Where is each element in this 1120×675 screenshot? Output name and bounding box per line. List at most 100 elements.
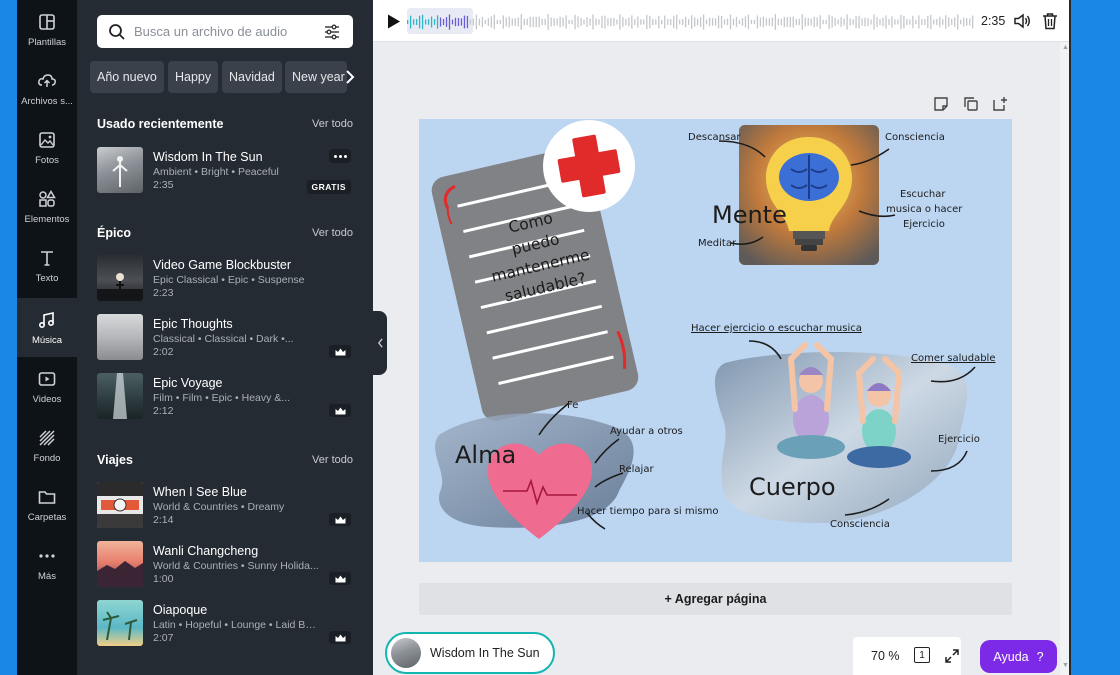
zoom-level[interactable]: 70 %	[871, 649, 900, 663]
scroll-down-arrow-icon[interactable]: ▼	[1062, 662, 1069, 669]
chip-new-year[interactable]: New year	[285, 61, 347, 93]
page-notes-icon[interactable]	[933, 96, 949, 112]
track-item[interactable]: Wanli Changcheng World & Countries • Sun…	[97, 541, 353, 589]
waveform-bar	[535, 16, 537, 28]
waveform-bar	[529, 16, 531, 28]
rail-label: Carpetas	[27, 511, 67, 523]
add-page-button[interactable]: + Agregar página	[419, 583, 1012, 615]
waveform-bar	[517, 17, 519, 27]
now-playing-pill[interactable]: Wisdom In The Sun	[385, 632, 555, 674]
rail-item-mas[interactable]: Más	[17, 534, 77, 593]
waveform-bar	[676, 14, 678, 30]
play-icon[interactable]	[387, 14, 401, 29]
waveform-bar	[744, 16, 747, 28]
waveform-bar	[948, 17, 950, 27]
filter-icon[interactable]	[323, 23, 341, 41]
waveform-bar	[430, 16, 433, 28]
rail-item-elementos[interactable]: Elementos	[17, 177, 77, 236]
window-frame-left	[0, 0, 17, 675]
scroll-up-arrow-icon[interactable]: ▲	[1062, 44, 1069, 51]
add-page-icon[interactable]	[992, 96, 1008, 112]
waveform-bar	[565, 15, 567, 29]
see-all-link[interactable]: Ver todo	[312, 118, 353, 130]
rail-item-fotos[interactable]: Fotos	[17, 118, 77, 177]
waveform-bar	[720, 15, 723, 29]
help-button[interactable]: Ayuda ?	[980, 640, 1057, 673]
waveform-bar	[828, 14, 830, 30]
waveform-bar	[559, 16, 561, 28]
track-item[interactable]: Epic Voyage Film • Film • Epic • Heavy &…	[97, 373, 353, 421]
waveform-bar	[643, 19, 645, 25]
waveform-bar	[795, 18, 797, 26]
waveform-bar	[933, 19, 935, 25]
waveform-bar	[625, 18, 627, 26]
fullscreen-icon[interactable]	[944, 648, 960, 664]
track-thumbnail	[97, 314, 143, 360]
design-canvas[interactable]: Como puedo mantenerme saludable? Mente D…	[419, 119, 1012, 562]
duplicate-page-icon[interactable]	[963, 96, 979, 112]
waveform-bar	[685, 16, 687, 28]
section-title: Viajes	[97, 453, 133, 467]
vertical-scrollbar[interactable]	[1060, 42, 1069, 675]
rail-item-plantillas[interactable]: Plantillas	[17, 0, 77, 59]
waveform-bar	[574, 14, 576, 30]
waveform-bar	[756, 15, 759, 29]
chevron-right-icon[interactable]	[345, 69, 355, 85]
collapse-panel-handle[interactable]	[373, 311, 387, 375]
waveform-bar	[954, 17, 956, 27]
track-item[interactable]: When I See Blue World & Countries • Drea…	[97, 482, 353, 530]
waveform-bar	[957, 14, 959, 30]
chip-navidad[interactable]: Navidad	[222, 61, 282, 93]
waveform-bar	[711, 18, 714, 26]
chip-ano-nuevo[interactable]: Año nuevo	[90, 61, 164, 93]
waveform-bar	[909, 19, 911, 25]
rail-item-videos[interactable]: Videos	[17, 357, 77, 416]
track-item[interactable]: Oiapoque Latin • Hopeful • Lounge • Laid…	[97, 600, 353, 648]
waveform-bar	[448, 14, 451, 30]
track-title: Wanli Changcheng	[153, 544, 259, 558]
waveform-bar	[747, 14, 750, 30]
waveform-bar	[801, 14, 803, 30]
waveform-bar	[418, 15, 421, 29]
waveform-bar	[699, 17, 702, 27]
track-item[interactable]: Epic Thoughts Classical • Classical • Da…	[97, 314, 353, 362]
search-bar[interactable]	[97, 15, 353, 48]
waveform-bar	[610, 17, 612, 27]
rail-label: Elementos	[24, 213, 70, 225]
volume-icon[interactable]	[1013, 12, 1031, 30]
track-title: Wisdom In The Sun	[153, 150, 263, 164]
rail-item-fondo[interactable]: Fondo	[17, 416, 77, 475]
track-item[interactable]: Video Game Blockbuster Epic Classical • …	[97, 255, 353, 303]
waveform-bar	[693, 17, 696, 27]
audio-duration: 2:35	[981, 14, 1006, 28]
search-icon	[108, 23, 126, 41]
music-panel: Año nuevo Happy Navidad New year Usado r…	[77, 0, 373, 675]
audio-waveform[interactable]	[407, 12, 975, 32]
rail-item-carpetas[interactable]: Carpetas	[17, 475, 77, 534]
waveform-bar	[915, 19, 917, 25]
page-count: 1	[919, 649, 925, 661]
see-all-link[interactable]: Ver todo	[312, 454, 353, 466]
waveform-bar	[496, 19, 498, 25]
more-options-button[interactable]	[329, 149, 351, 163]
rail-item-musica[interactable]: Música	[17, 298, 77, 357]
waveform-bar	[556, 18, 558, 26]
now-playing-title: Wisdom In The Sun	[430, 646, 540, 660]
rail-item-texto[interactable]: Texto	[17, 236, 77, 295]
see-all-link[interactable]: Ver todo	[312, 227, 353, 239]
rail-label: Videos	[32, 393, 62, 405]
waveform-bar	[906, 18, 908, 26]
icon-rail: Plantillas Archivos s... Fotos Elementos…	[17, 0, 77, 675]
track-item[interactable]: Wisdom In The Sun Ambient • Bright • Pea…	[97, 147, 353, 195]
track-title: Epic Thoughts	[153, 317, 233, 331]
rail-item-archivos[interactable]: Archivos s...	[17, 59, 77, 118]
chevron-left-icon	[377, 338, 383, 348]
search-input[interactable]	[134, 24, 319, 39]
track-title: Oiapoque	[153, 603, 208, 617]
waveform-bar	[837, 19, 839, 25]
waveform-bar	[553, 18, 555, 26]
page-count-icon[interactable]: 1	[914, 647, 930, 663]
chip-happy[interactable]: Happy	[168, 61, 219, 93]
waveform-bar	[580, 17, 582, 27]
trash-icon[interactable]	[1042, 12, 1058, 30]
